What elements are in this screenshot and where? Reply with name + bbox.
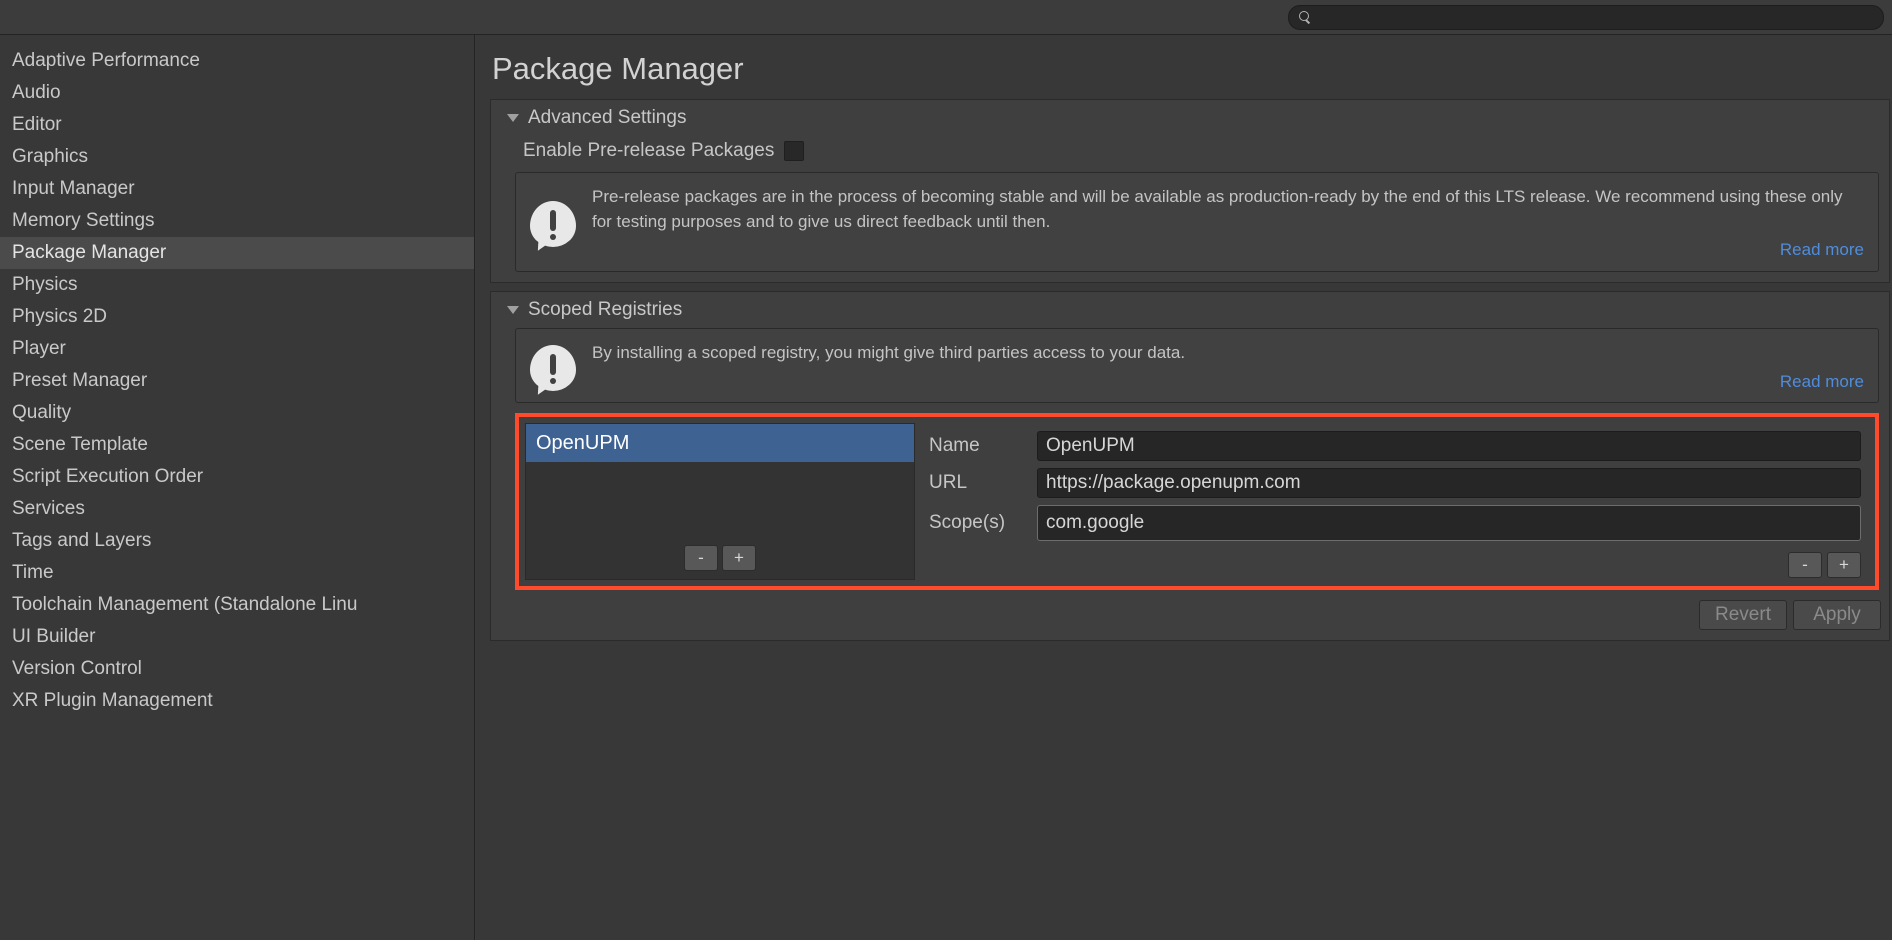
- sidebar-item-toolchain-management[interactable]: Toolchain Management (Standalone Linu: [0, 589, 474, 621]
- sidebar-item-physics-2d[interactable]: Physics 2D: [0, 301, 474, 333]
- warning-icon: [530, 345, 576, 391]
- sidebar-item-adaptive-performance[interactable]: Adaptive Performance: [0, 45, 474, 77]
- advanced-settings-header[interactable]: Advanced Settings: [491, 100, 1889, 136]
- registry-list[interactable]: OpenUPM - +: [525, 423, 915, 580]
- page-title: Package Manager: [476, 35, 1892, 99]
- warning-icon: [530, 201, 576, 247]
- sidebar-item-xr-plugin-management[interactable]: XR Plugin Management: [0, 685, 474, 717]
- sidebar-item-version-control[interactable]: Version Control: [0, 653, 474, 685]
- search-input[interactable]: [1312, 10, 1873, 25]
- enable-prerelease-label: Enable Pre-release Packages: [523, 140, 774, 162]
- sidebar-item-package-manager[interactable]: Package Manager: [0, 237, 474, 269]
- revert-button[interactable]: Revert: [1699, 600, 1787, 630]
- remove-registry-button[interactable]: -: [684, 545, 718, 571]
- registry-url-input[interactable]: [1037, 468, 1861, 498]
- sidebar-item-input-manager[interactable]: Input Manager: [0, 173, 474, 205]
- registry-scopes-row: Scope(s): [929, 505, 1861, 541]
- scoped-help-text: By installing a scoped registry, you mig…: [592, 343, 1185, 362]
- remove-scope-button[interactable]: -: [1788, 552, 1822, 578]
- sidebar-item-editor[interactable]: Editor: [0, 109, 474, 141]
- prerelease-help-text-wrap: Pre-release packages are in the process …: [592, 185, 1864, 263]
- enable-prerelease-row: Enable Pre-release Packages: [491, 136, 1889, 172]
- sidebar-item-script-execution-order[interactable]: Script Execution Order: [0, 461, 474, 493]
- scoped-registries-section: Scoped Registries By installing a scoped…: [490, 291, 1890, 641]
- registry-detail-form: Name URL Scope(s) - +: [915, 417, 1875, 586]
- search-icon: [1299, 11, 1312, 24]
- top-toolbar: [0, 0, 1892, 35]
- sidebar-item-graphics[interactable]: Graphics: [0, 141, 474, 173]
- registry-scopes-input[interactable]: [1037, 505, 1861, 541]
- settings-category-sidebar[interactable]: Adaptive Performance Audio Editor Graphi…: [0, 35, 475, 940]
- search-box[interactable]: [1288, 5, 1884, 30]
- add-scope-button[interactable]: +: [1827, 552, 1861, 578]
- settings-detail-panel: Package Manager Advanced Settings Enable…: [476, 35, 1892, 940]
- registry-name-row: Name: [929, 431, 1861, 461]
- add-registry-button[interactable]: +: [722, 545, 756, 571]
- prerelease-helpbox: Pre-release packages are in the process …: [515, 172, 1879, 272]
- sidebar-item-preset-manager[interactable]: Preset Manager: [0, 365, 474, 397]
- sidebar-item-quality[interactable]: Quality: [0, 397, 474, 429]
- registry-name-label: Name: [929, 435, 1037, 457]
- sidebar-item-audio[interactable]: Audio: [0, 77, 474, 109]
- scoped-read-more-link[interactable]: Read more: [592, 370, 1864, 395]
- registry-url-label: URL: [929, 472, 1037, 494]
- sidebar-item-time[interactable]: Time: [0, 557, 474, 589]
- sidebar-item-tags-and-layers[interactable]: Tags and Layers: [0, 525, 474, 557]
- registry-scopes-label: Scope(s): [929, 512, 1037, 534]
- registry-list-empty-space: [526, 462, 914, 539]
- scoped-help-text-wrap: By installing a scoped registry, you mig…: [592, 341, 1864, 394]
- scope-buttons-row: - +: [929, 552, 1861, 578]
- unity-project-settings-window: Adaptive Performance Audio Editor Graphi…: [0, 0, 1892, 940]
- apply-button[interactable]: Apply: [1793, 600, 1881, 630]
- sidebar-item-scene-template[interactable]: Scene Template: [0, 429, 474, 461]
- sidebar-item-physics[interactable]: Physics: [0, 269, 474, 301]
- sidebar-item-ui-builder[interactable]: UI Builder: [0, 621, 474, 653]
- advanced-settings-title: Advanced Settings: [528, 107, 686, 129]
- advanced-settings-section: Advanced Settings Enable Pre-release Pac…: [490, 99, 1890, 283]
- registry-list-footer: - +: [526, 539, 914, 579]
- registry-action-row: Revert Apply: [491, 600, 1889, 640]
- enable-prerelease-checkbox[interactable]: [784, 141, 804, 161]
- scoped-registries-title: Scoped Registries: [528, 299, 682, 321]
- sidebar-item-services[interactable]: Services: [0, 493, 474, 525]
- sidebar-item-player[interactable]: Player: [0, 333, 474, 365]
- scoped-registries-header[interactable]: Scoped Registries: [491, 292, 1889, 328]
- settings-content: Advanced Settings Enable Pre-release Pac…: [476, 99, 1892, 641]
- registry-name-input[interactable]: [1037, 431, 1861, 461]
- prerelease-help-text: Pre-release packages are in the process …: [592, 187, 1843, 231]
- prerelease-read-more-link[interactable]: Read more: [592, 238, 1864, 263]
- scoped-registries-helpbox: By installing a scoped registry, you mig…: [515, 328, 1879, 403]
- scoped-registries-editor: OpenUPM - + Name URL: [515, 413, 1879, 590]
- sidebar-item-memory-settings[interactable]: Memory Settings: [0, 205, 474, 237]
- chevron-down-icon[interactable]: [507, 306, 519, 314]
- registry-url-row: URL: [929, 468, 1861, 498]
- list-item[interactable]: OpenUPM: [526, 424, 914, 462]
- chevron-down-icon[interactable]: [507, 114, 519, 122]
